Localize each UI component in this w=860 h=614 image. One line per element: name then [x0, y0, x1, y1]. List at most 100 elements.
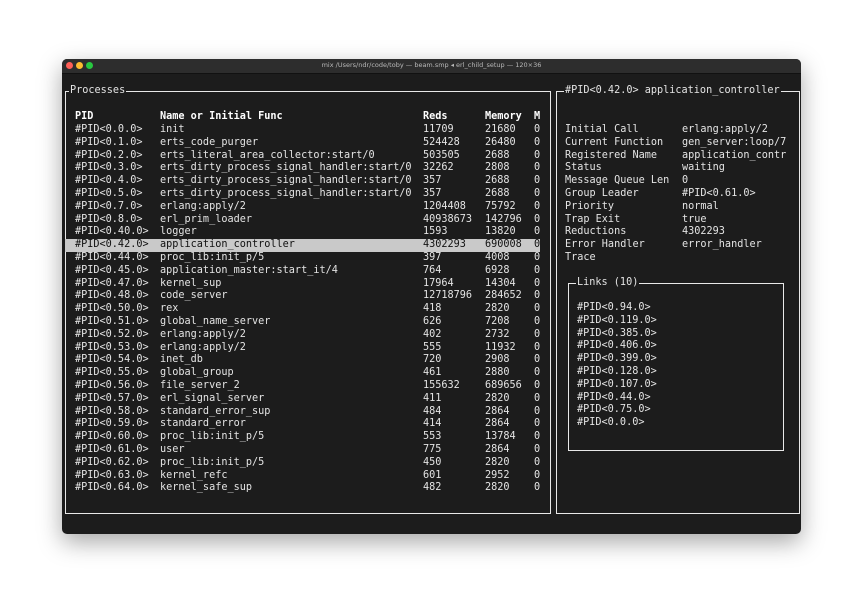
process-row[interactable]: #PID<0.56.0> file_server_2 155632 689656 0	[65, 380, 540, 393]
memory-cell: 2688	[485, 175, 510, 187]
pid-cell: #PID<0.53.0>	[75, 341, 149, 353]
reds-cell: 4302293	[423, 239, 466, 251]
process-row[interactable]: #PID<0.50.0> rex 418 2820 0	[65, 303, 540, 316]
name-cell: erts_code_purger	[160, 136, 259, 148]
process-row[interactable]: #PID<0.59.0> standard_error 414 2864 0	[65, 418, 540, 431]
m-cell: 0	[534, 213, 541, 225]
process-row[interactable]: #PID<0.1.0> erts_code_purger 524428 26480 0	[65, 137, 540, 150]
info-label: Reductions	[565, 226, 627, 238]
process-row[interactable]: #PID<0.7.0> erlang:apply/2 1204408 75792 0	[65, 201, 540, 214]
m-cell: 0	[534, 431, 541, 443]
link-item[interactable]: #PID<0.0.0>	[577, 417, 644, 430]
process-row[interactable]: #PID<0.4.0> erts_dirty_process_signal_han…	[65, 175, 540, 188]
process-row[interactable]: #PID<0.64.0> kernel_safe_sup 482 2820 0	[65, 482, 540, 495]
link-item[interactable]: #PID<0.385.0>	[577, 328, 657, 341]
name-cell: erts_dirty_process_signal_handler:start/…	[160, 188, 412, 199]
process-row-selected[interactable]: #PID<0.42.0> application_controller 430229…	[65, 239, 540, 252]
name-cell: erts_literal_area_collector:start/0	[160, 149, 375, 161]
process-row[interactable]: #PID<0.58.0> standard_error_sup 484 2864 0	[65, 406, 540, 419]
reds-cell: 450	[423, 456, 442, 468]
processes-panel-title: Processes	[69, 84, 127, 97]
m-cell: 0	[534, 226, 541, 238]
name-cell: kernel_refc	[160, 469, 228, 481]
name-cell: kernel_safe_sup	[160, 482, 253, 494]
process-row[interactable]: #PID<0.40.0> logger 1593 13820 0	[65, 226, 540, 239]
reds-cell: 40938673	[423, 213, 473, 225]
process-row[interactable]: #PID<0.5.0> erts_dirty_process_signal_han…	[65, 188, 540, 201]
link-item[interactable]: #PID<0.128.0>	[577, 366, 657, 379]
process-row[interactable]: #PID<0.61.0> user 775 2864 0	[65, 444, 540, 457]
process-row[interactable]: #PID<0.45.0> application_master:start_it/…	[65, 265, 540, 278]
process-row[interactable]: #PID<0.44.0> proc_lib:init_p/5 397 4008 0	[65, 252, 540, 265]
info-label: Trap Exit	[565, 213, 621, 225]
name-cell: proc_lib:init_p/5	[160, 456, 265, 468]
info-label: Message Queue Len	[565, 175, 670, 187]
reds-cell: 524428	[423, 136, 460, 148]
process-row[interactable]: #PID<0.53.0> erlang:apply/2 555 11932 0	[65, 342, 540, 355]
memory-cell: 2952	[485, 469, 510, 481]
process-row[interactable]: #PID<0.63.0> kernel_refc 601 2952 0	[65, 470, 540, 483]
pid-cell: #PID<0.4.0>	[75, 175, 143, 187]
process-row[interactable]: #PID<0.57.0> erl_signal_server 411 2820 0	[65, 393, 540, 406]
process-row[interactable]: #PID<0.3.0> erts_dirty_process_signal_han…	[65, 162, 540, 175]
info-label: Group Leader	[565, 188, 639, 199]
reds-cell: 11709	[423, 124, 454, 135]
name-cell: erlang:apply/2	[160, 341, 246, 353]
process-row[interactable]: #PID<0.0.0> init 11709 21680 0	[65, 124, 540, 137]
memory-cell: 75792	[485, 200, 516, 212]
memory-cell: 11932	[485, 341, 516, 353]
process-row[interactable]: #PID<0.52.0> erlang:apply/2 402 2732 0	[65, 329, 540, 342]
memory-cell: 2820	[485, 392, 510, 404]
m-cell: 0	[534, 341, 541, 353]
name-cell: erlang:apply/2	[160, 200, 246, 212]
reds-cell: 397	[423, 252, 442, 263]
pid-cell: #PID<0.64.0>	[75, 482, 149, 494]
link-item[interactable]: #PID<0.94.0>	[577, 302, 651, 315]
memory-cell: 2808	[485, 162, 510, 174]
info-label: Error Handler	[565, 239, 645, 251]
link-item[interactable]: #PID<0.75.0>	[577, 404, 651, 417]
process-row[interactable]: #PID<0.48.0> code_server 12718796 284652 0	[65, 290, 540, 303]
process-row[interactable]: #PID<0.2.0> erts_literal_area_collector:s…	[65, 150, 540, 163]
name-cell: erl_signal_server	[160, 392, 265, 404]
pid-cell: #PID<0.51.0>	[75, 316, 149, 327]
terminal-window: mix /Users/ndr/code/toby — beam.smp ◂ er…	[62, 59, 801, 534]
bottom-menu-bar: [S]ystem [L]oad Charts [M]emory Allocato…	[62, 533, 534, 534]
process-row[interactable]: #PID<0.54.0> inet_db 720 2908 0	[65, 354, 540, 367]
memory-cell: 2820	[485, 303, 510, 315]
process-row[interactable]: #PID<0.47.0> kernel_sup 17964 14304 0	[65, 278, 540, 291]
reds-cell: 601	[423, 469, 442, 481]
pid-cell: #PID<0.3.0>	[75, 162, 143, 174]
link-item[interactable]: #PID<0.107.0>	[577, 379, 657, 392]
name-cell: proc_lib:init_p/5	[160, 431, 265, 443]
reds-cell: 155632	[423, 380, 460, 391]
link-item[interactable]: #PID<0.119.0>	[577, 315, 657, 328]
memory-cell: 2864	[485, 405, 510, 417]
process-row[interactable]: #PID<0.62.0> proc_lib:init_p/5 450 2820 0	[65, 457, 540, 470]
name-cell: application_controller	[160, 239, 295, 251]
name-cell: application_master:start_it/4	[160, 264, 338, 276]
m-cell: 0	[534, 303, 541, 315]
process-row[interactable]: #PID<0.60.0> proc_lib:init_p/5 553 13784 0	[65, 431, 540, 444]
process-row[interactable]: #PID<0.51.0> global_name_server 626 7208 0	[65, 316, 540, 329]
pid-cell: #PID<0.56.0>	[75, 380, 149, 391]
name-cell: code_server	[160, 290, 228, 302]
reds-cell: 1204408	[423, 200, 466, 212]
memory-cell: 284652	[485, 290, 522, 302]
info-value: gen_server:loop/7	[682, 136, 787, 148]
m-cell: 0	[534, 418, 541, 430]
m-cell: 0	[534, 392, 541, 404]
process-row[interactable]: #PID<0.8.0> erl_prim_loader 40938673 142796…	[65, 214, 540, 227]
memory-cell: 2688	[485, 149, 510, 161]
reds-cell: 626	[423, 316, 442, 327]
pid-cell: #PID<0.42.0>	[75, 239, 149, 251]
link-item[interactable]: #PID<0.44.0>	[577, 392, 651, 405]
pid-cell: #PID<0.63.0>	[75, 469, 149, 481]
link-item[interactable]: #PID<0.399.0>	[577, 353, 657, 366]
pid-cell: #PID<0.40.0>	[75, 226, 149, 238]
m-cell: 0	[534, 162, 541, 174]
reds-cell: 482	[423, 482, 442, 494]
process-row[interactable]: #PID<0.55.0> global_group 461 2880 0	[65, 367, 540, 380]
link-item[interactable]: #PID<0.406.0>	[577, 340, 657, 353]
info-value: 4302293	[682, 226, 725, 238]
